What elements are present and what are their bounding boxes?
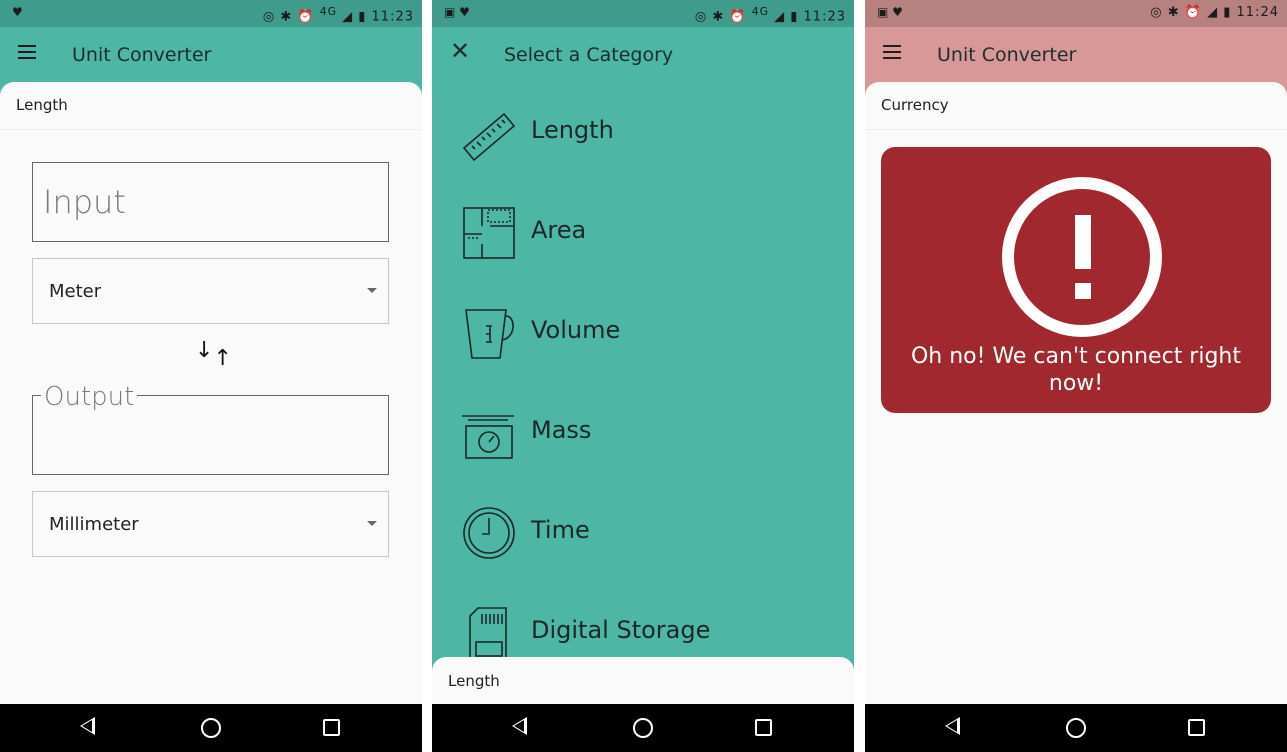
heart-notification-icon: ♥ [12,5,23,19]
network-type: 4G [751,5,769,18]
clock-icon [463,507,515,559]
recents-icon[interactable] [1188,719,1205,736]
category-label: Digital Storage [531,616,711,644]
category-title[interactable]: Length [16,96,68,114]
divider [0,129,422,130]
from-unit-value: Meter [49,281,102,302]
category-screen: ▣ ♥ ◎ ✱ ⏰ 4G ◢ ▮ 11:23 ✕ Select a Catego… [432,0,854,752]
scale-icon [462,415,514,459]
output-field[interactable]: Output [32,382,389,475]
status-icons: ◎ ✱ ⏰ 4G ◢ ▮ 11:23 [694,5,846,25]
measuring-cup-icon [465,309,514,359]
app-bar: Unit Converter [0,27,422,82]
notification-icons: ▣ ♥ [444,5,470,19]
error-message: Oh no! We can't connect right now! [910,344,1242,396]
category-item-length[interactable]: Length [432,92,854,172]
category-title[interactable]: Currency [881,96,949,114]
error-icon-bar [1075,215,1091,269]
ruler-icon [462,112,516,162]
sheet-title: Length [448,672,500,690]
output-label: Output [41,382,138,412]
app-bar: Unit Converter [865,27,1287,82]
floorplan-icon [463,207,515,259]
input-placeholder: Input [43,183,126,221]
converter-screen: ♥ ◎ ✱ ⏰ 4G ◢ ▮ 11:23 Unit Converter Leng… [0,0,422,752]
currency-error-screen: ▣ ♥ ◎ ✱ ⏰ ◢ ▮ 11:24 Unit Converter Curre… [865,0,1287,752]
nav-bar [865,704,1287,752]
error-card: Oh no! We can't connect right now! [881,147,1271,413]
menu-title: Select a Category [504,44,674,66]
notification-icons: ▣ ♥ [877,5,903,19]
status-icons: ◎ ✱ ⏰ 4G ◢ ▮ 11:23 [262,5,414,25]
status-bar: ♥ ◎ ✱ ⏰ 4G ◢ ▮ 11:23 [0,0,422,27]
status-bar: ▣ ♥ ◎ ✱ ⏰ 4G ◢ ▮ 11:23 [432,0,854,27]
currency-sheet: Currency Oh no! We can't connect right n… [865,82,1287,704]
menu-icon[interactable] [18,45,36,59]
category-label: Volume [531,316,621,344]
category-label: Mass [531,416,592,444]
dropdown-arrow-icon [367,288,377,293]
status-time: 11:23 [371,9,414,25]
input-field[interactable]: Input [32,162,389,242]
category-label: Time [531,516,590,544]
error-icon [1002,177,1162,337]
divider [865,129,1287,130]
home-icon[interactable] [201,718,221,738]
status-time: 11:23 [803,9,846,25]
network-type: 4G [319,5,337,18]
back-icon-inner [947,720,957,732]
menu-header: ✕ Select a Category [432,27,854,82]
nav-bar [0,704,422,752]
backdrop-sheet[interactable]: Length [432,657,854,704]
status-time: 11:24 [1236,5,1279,20]
recents-icon[interactable] [755,719,772,736]
home-icon[interactable] [1066,718,1086,738]
category-item-mass[interactable]: Mass [432,392,854,472]
category-item-volume[interactable]: Volume [432,292,854,372]
home-icon[interactable] [633,718,653,738]
app-title: Unit Converter [72,44,212,66]
menu-icon[interactable] [883,45,901,59]
app-title: Unit Converter [937,44,1077,66]
from-unit-dropdown[interactable]: Meter [32,258,389,324]
status-bar: ▣ ♥ ◎ ✱ ⏰ ◢ ▮ 11:24 [865,0,1287,27]
to-unit-value: Millimeter [49,514,139,535]
back-icon-inner [82,720,92,732]
recents-icon[interactable] [323,719,340,736]
dropdown-arrow-icon [367,521,377,526]
back-icon-inner [514,720,524,732]
category-item-time[interactable]: Time [432,492,854,572]
category-item-area[interactable]: Area [432,192,854,272]
sd-card-icon [469,607,507,662]
error-icon-dot [1075,283,1091,299]
swap-arrows-icon[interactable]: ↓↑ [195,340,232,370]
converter-sheet: Length Input Meter ↓↑ Output Millimeter [0,82,422,704]
category-label: Length [531,116,614,144]
status-icons: ◎ ✱ ⏰ ◢ ▮ 11:24 [1150,5,1279,20]
nav-bar [432,704,854,752]
to-unit-dropdown[interactable]: Millimeter [32,491,389,557]
category-label: Area [531,216,587,244]
close-icon[interactable]: ✕ [450,37,470,65]
